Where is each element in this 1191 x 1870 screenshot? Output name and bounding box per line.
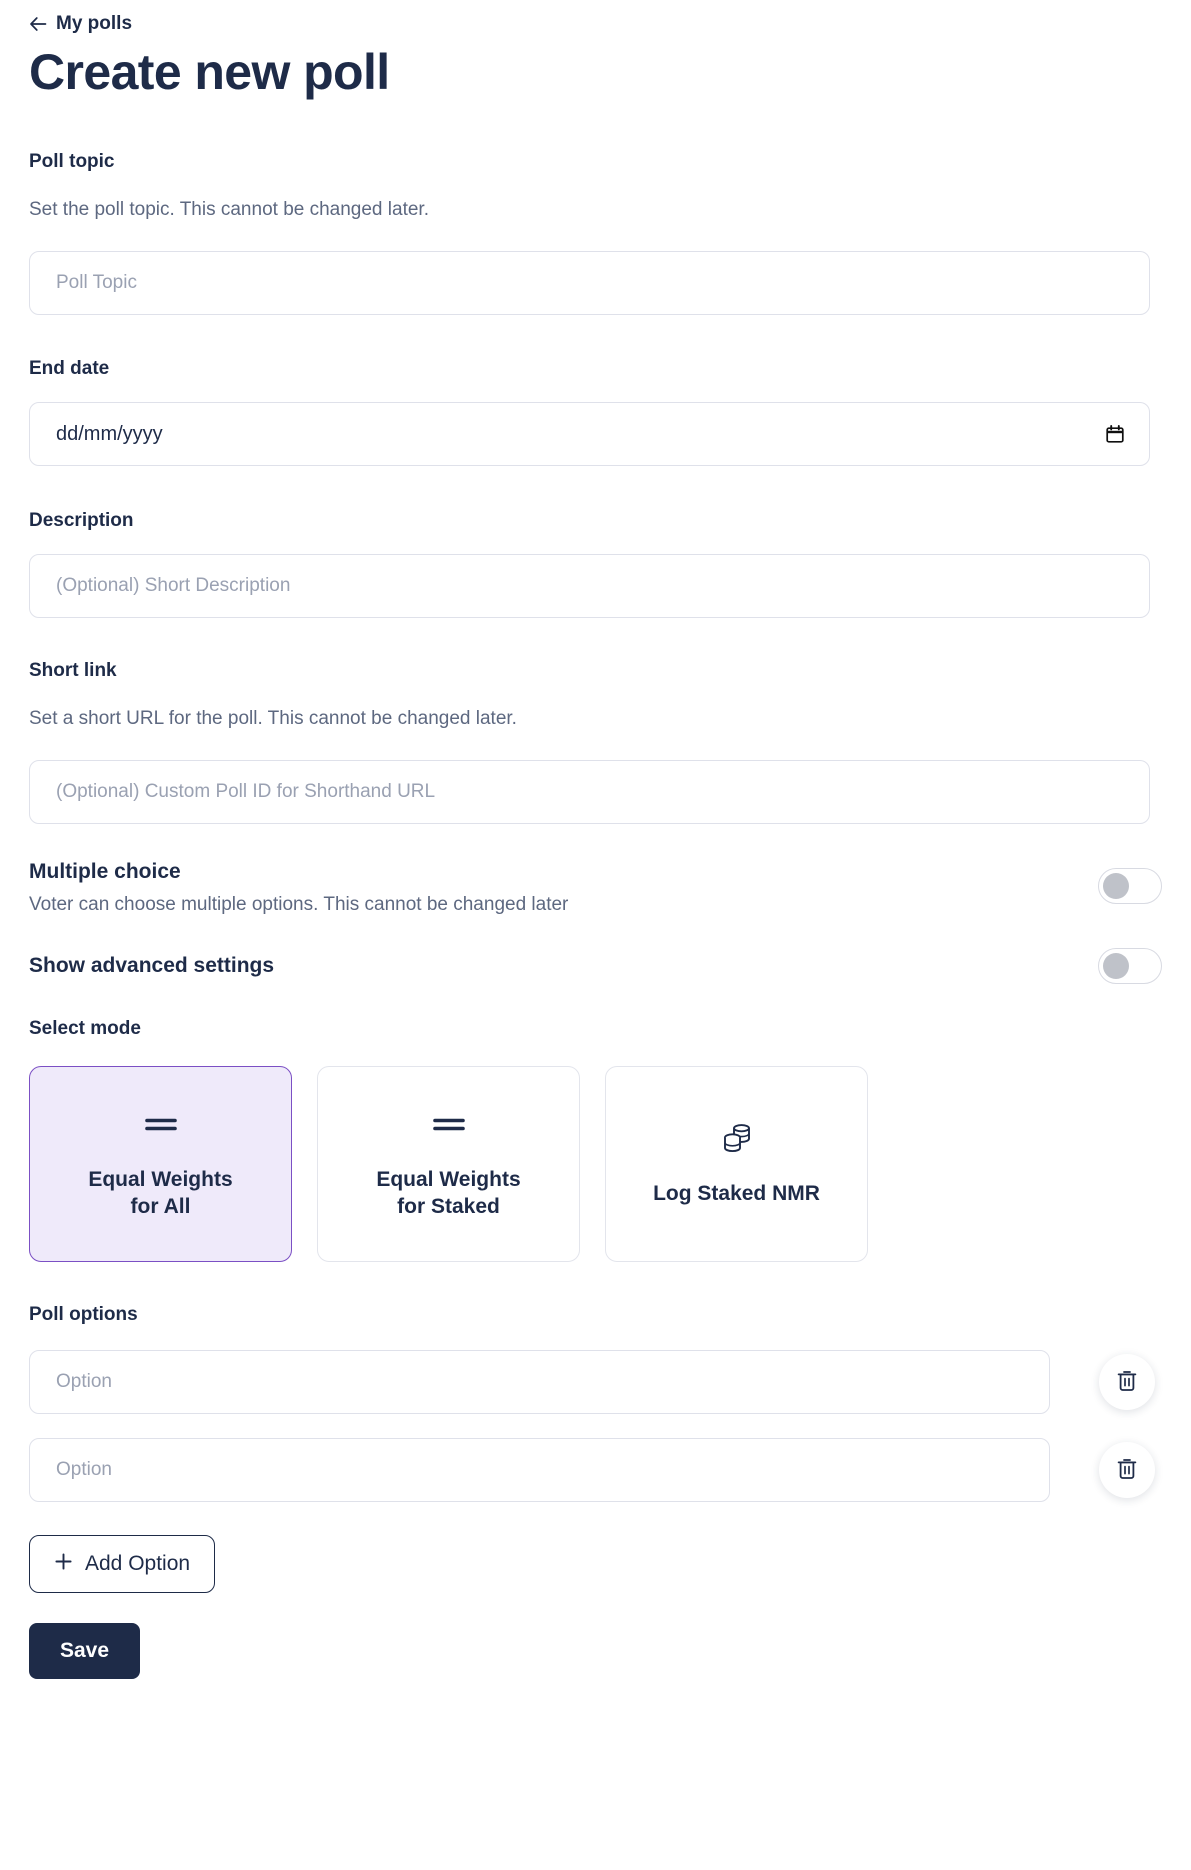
page-title: Create new poll xyxy=(29,44,390,100)
equals-icon xyxy=(144,1107,178,1141)
short-link-label: Short link xyxy=(29,660,117,681)
poll-topic-label: Poll topic xyxy=(29,151,115,172)
trash-icon xyxy=(1116,1457,1138,1484)
trash-icon xyxy=(1116,1369,1138,1396)
toggle-knob xyxy=(1103,953,1129,979)
short-link-input[interactable] xyxy=(29,760,1150,824)
delete-option-button-2[interactable] xyxy=(1099,1442,1155,1498)
add-option-label: Add Option xyxy=(85,1552,191,1575)
select-mode-label: Select mode xyxy=(29,1018,141,1039)
mode-card-equal-weights-for-staked[interactable]: Equal Weights for Staked xyxy=(317,1066,580,1262)
end-date-input[interactable]: dd/mm/yyyy xyxy=(29,402,1150,466)
poll-option-row xyxy=(29,1350,1162,1414)
coins-stack-icon xyxy=(722,1121,752,1155)
show-advanced-settings-title: Show advanced settings xyxy=(29,954,275,977)
poll-option-input-2[interactable] xyxy=(29,1438,1050,1502)
back-to-my-polls-link[interactable]: My polls xyxy=(29,0,132,34)
mode-card-equal-weights-for-all[interactable]: Equal Weights for All xyxy=(29,1066,292,1262)
mode-card-label: Equal Weights for All xyxy=(88,1168,233,1218)
equals-icon xyxy=(432,1107,466,1141)
show-advanced-settings-row: Show advanced settings xyxy=(29,948,1162,984)
end-date-value: dd/mm/yyyy xyxy=(56,422,163,445)
mode-card-label: Equal Weights for Staked xyxy=(376,1168,521,1218)
description-input[interactable] xyxy=(29,554,1150,618)
multiple-choice-row: Multiple choice Voter can choose multipl… xyxy=(29,860,1162,916)
select-mode-card-group: Equal Weights for All Equal Weights for … xyxy=(29,1066,1162,1262)
show-advanced-settings-toggle[interactable] xyxy=(1098,948,1162,984)
arrow-left-icon xyxy=(29,15,47,33)
mode-card-log-staked-nmr[interactable]: Log Staked NMR xyxy=(605,1066,868,1262)
back-link-label: My polls xyxy=(56,13,133,34)
multiple-choice-subtitle: Voter can choose multiple options. This … xyxy=(29,894,569,915)
poll-option-input-1[interactable] xyxy=(29,1350,1050,1414)
calendar-icon[interactable] xyxy=(1104,423,1126,445)
poll-topic-help: Set the poll topic. This cannot be chang… xyxy=(29,199,429,220)
description-label: Description xyxy=(29,510,134,531)
create-poll-page: My polls Create new poll Poll topic Set … xyxy=(0,0,1191,1870)
poll-option-row xyxy=(29,1438,1162,1502)
end-date-label: End date xyxy=(29,358,110,379)
poll-topic-input[interactable] xyxy=(29,251,1150,315)
poll-options-label: Poll options xyxy=(29,1304,138,1325)
save-button[interactable]: Save xyxy=(29,1623,141,1679)
mode-card-label: Log Staked NMR xyxy=(653,1181,820,1205)
end-date-field[interactable]: dd/mm/yyyy xyxy=(29,402,1150,466)
multiple-choice-title: Multiple choice xyxy=(29,860,181,883)
multiple-choice-toggle[interactable] xyxy=(1098,868,1162,904)
toggle-knob xyxy=(1103,873,1129,899)
plus-icon xyxy=(54,1552,73,1577)
short-link-help: Set a short URL for the poll. This canno… xyxy=(29,708,517,729)
delete-option-button-1[interactable] xyxy=(1099,1354,1155,1410)
add-option-button[interactable]: Add Option xyxy=(29,1535,216,1593)
